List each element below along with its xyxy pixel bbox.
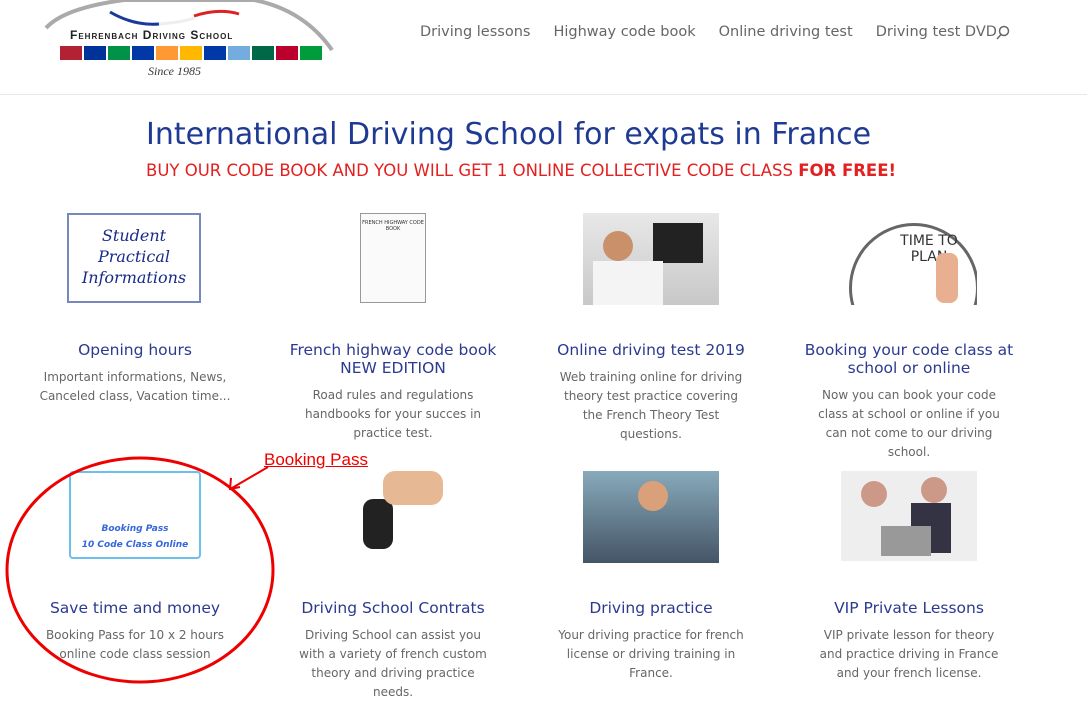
card-text: Web training online for driving theory t… bbox=[559, 370, 743, 441]
card-image-text: FRENCH HIGHWAY CODE BOOK bbox=[360, 213, 426, 303]
search-icon[interactable] bbox=[995, 25, 1011, 41]
card-booking-code-class: TIME TO PLAN Booking your code class at s… bbox=[789, 213, 1029, 462]
promo-bold: FOR FREE! bbox=[798, 161, 896, 180]
logo[interactable]: Fehrenbach Driving School Since 1985 bbox=[44, 0, 336, 85]
promo-text: BUY OUR CODE BOOK AND YOU WILL GET 1 ONL… bbox=[146, 161, 896, 180]
nav-driving-test-dvd[interactable]: Driving test DVD bbox=[876, 24, 997, 40]
card-image[interactable] bbox=[583, 213, 719, 305]
flag-icon bbox=[180, 46, 202, 60]
card-online-driving-test: Online driving test 2019 Web training onl… bbox=[531, 213, 771, 444]
card-image[interactable] bbox=[841, 471, 977, 563]
card-vip-private-lessons: VIP Private Lessons VIP private lesson fo… bbox=[789, 471, 1029, 683]
card-text: Important informations, News, Canceled c… bbox=[39, 370, 231, 403]
card-driving-practice: Driving practice Your driving practice fo… bbox=[531, 471, 771, 683]
card-title[interactable]: French highway code book NEW EDITION bbox=[273, 341, 513, 377]
flag-icon bbox=[204, 46, 226, 60]
flag-icon bbox=[156, 46, 178, 60]
nav-online-driving-test[interactable]: Online driving test bbox=[719, 24, 853, 40]
site-header: Fehrenbach Driving School Since 1985 Dri… bbox=[0, 0, 1087, 95]
card-text: VIP private lesson for theory and practi… bbox=[819, 628, 999, 680]
flag-icon bbox=[300, 46, 322, 60]
card-image[interactable]: TIME TO PLAN bbox=[841, 213, 977, 305]
flag-icon bbox=[60, 46, 82, 60]
main-nav: Driving lessons Highway code book Online… bbox=[420, 24, 997, 40]
card-title[interactable]: Opening hours bbox=[15, 341, 255, 359]
flag-icon bbox=[276, 46, 298, 60]
card-image[interactable] bbox=[583, 471, 719, 563]
flag-icon bbox=[84, 46, 106, 60]
card-text: Road rules and regulations handbooks for… bbox=[304, 388, 482, 440]
card-text: Your driving practice for french license… bbox=[558, 628, 744, 680]
card-opening-hours: Student Practical Informations Opening ho… bbox=[15, 213, 255, 406]
annotation-circle bbox=[5, 456, 275, 684]
card-image[interactable]: FRENCH HIGHWAY CODE BOOK bbox=[325, 213, 461, 305]
card-title[interactable]: Driving practice bbox=[531, 599, 771, 617]
promo-main: BUY OUR CODE BOOK AND YOU WILL GET 1 ONL… bbox=[146, 161, 799, 180]
nav-driving-lessons[interactable]: Driving lessons bbox=[420, 24, 530, 40]
card-title[interactable]: Booking your code class at school or onl… bbox=[789, 341, 1029, 377]
nav-highway-code-book[interactable]: Highway code book bbox=[553, 24, 695, 40]
flag-icon bbox=[252, 46, 274, 60]
annotation-label: Booking Pass bbox=[264, 450, 368, 469]
flag-icon bbox=[108, 46, 130, 60]
card-image-text: TIME TO PLAN bbox=[900, 233, 958, 265]
card-image-text: Student Practical Informations bbox=[67, 213, 201, 303]
flag-icon bbox=[132, 46, 154, 60]
card-title[interactable]: VIP Private Lessons bbox=[789, 599, 1029, 617]
flags bbox=[60, 46, 322, 60]
card-highway-code-book: FRENCH HIGHWAY CODE BOOK French highway c… bbox=[273, 213, 513, 443]
card-text: Now you can book your code class at scho… bbox=[818, 388, 1000, 459]
page-title: International Driving School for expats … bbox=[146, 117, 872, 152]
flag-icon bbox=[228, 46, 250, 60]
logo-since: Since 1985 bbox=[148, 64, 201, 78]
card-image[interactable]: Student Practical Informations bbox=[67, 213, 203, 305]
card-title[interactable]: Online driving test 2019 bbox=[531, 341, 771, 359]
logo-name: Fehrenbach Driving School bbox=[70, 28, 234, 42]
